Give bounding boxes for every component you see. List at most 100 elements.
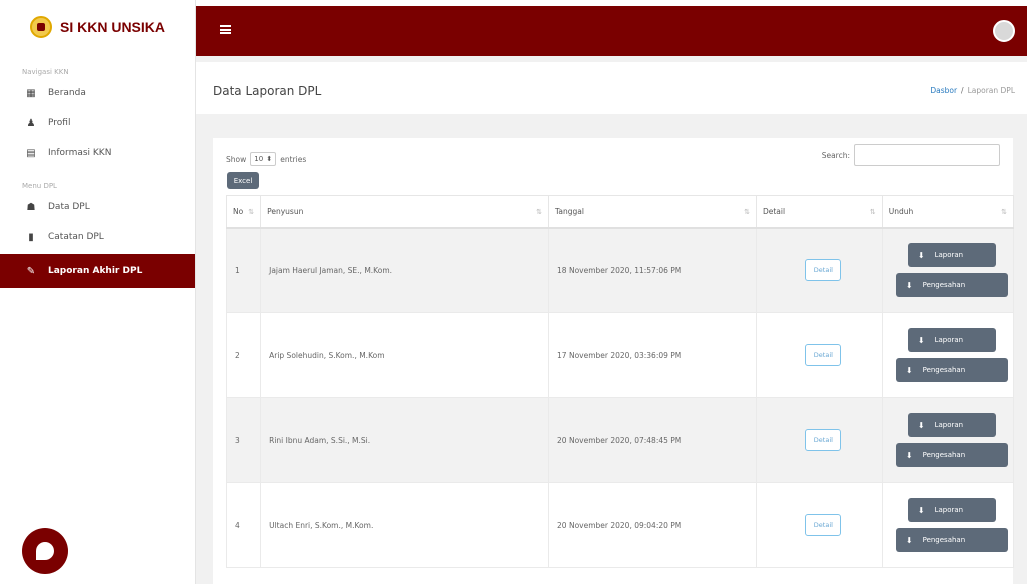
sidebar-item-label: Informasi KKN	[48, 148, 112, 158]
sidebar-item-label: Beranda	[48, 88, 86, 98]
excel-export-button[interactable]: Excel	[227, 172, 259, 189]
sidebar-item-informasi-kkn[interactable]: ▤ Informasi KKN	[0, 138, 195, 168]
cell-detail: Detail	[755, 312, 883, 398]
table-row: 3 Rini Ibnu Adam, S.Si., M.Si. 20 Novemb…	[225, 397, 1015, 483]
cell-tanggal: 17 November 2020, 03:36:09 PM	[548, 312, 757, 398]
breadcrumb-current: Laporan DPL	[967, 86, 1015, 95]
page-header: Data Laporan DPL Dasbor / Laporan DPL	[196, 62, 1027, 114]
nav-section-label: Menu DPL	[22, 182, 57, 190]
cell-no: 2	[225, 312, 262, 398]
detail-button[interactable]: Detail	[805, 514, 842, 536]
sidebar-item-catatan-dpl[interactable]: ▮ Catatan DPL	[0, 222, 195, 252]
breadcrumb-dasbor-link[interactable]: Dasbor	[930, 86, 957, 95]
download-icon: ⬇	[917, 420, 925, 430]
sidebar-item-profil[interactable]: ♟ Profil	[0, 108, 195, 138]
brand[interactable]: SI KKN UNSIKA	[0, 0, 195, 54]
download-pengesahan-button[interactable]: ⬇ Pengesahan	[895, 273, 1008, 298]
cell-unduh: ⬇ Laporan ⬇ Pengesahan	[881, 227, 1015, 313]
breadcrumb: Dasbor / Laporan DPL	[930, 86, 1015, 95]
sidebar-item-label: Catatan DPL	[48, 232, 104, 242]
search-input[interactable]	[854, 144, 1000, 166]
download-pengesahan-button[interactable]: ⬇ Pengesahan	[895, 528, 1008, 552]
cell-tanggal: 18 November 2020, 11:57:06 PM	[548, 227, 757, 313]
sort-icon: ⇅	[1001, 208, 1007, 216]
cell-penyusun: Arip Solehudin, S.Kom., M.Kom	[260, 312, 550, 398]
download-laporan-button[interactable]: ⬇ Laporan	[907, 328, 996, 352]
download-icon: ⬇	[905, 280, 913, 290]
download-laporan-button[interactable]: ⬇ Laporan	[907, 498, 996, 522]
download-icon: ⬇	[905, 365, 913, 375]
column-header-no[interactable]: No ⇅	[225, 195, 262, 229]
select-arrows-icon: ⬍	[266, 155, 273, 163]
entries-label: entries	[280, 154, 307, 164]
cell-unduh: ⬇ Laporan ⬇ Pengesahan	[881, 482, 1015, 568]
sidebar-item-laporan-akhir-dpl[interactable]: ✎ Laporan Akhir DPL	[0, 254, 195, 288]
cell-tanggal: 20 November 2020, 07:48:45 PM	[548, 397, 757, 483]
download-icon: ⬇	[905, 535, 913, 545]
user-avatar[interactable]	[993, 20, 1015, 42]
sidebar-item-label: Profil	[48, 118, 71, 128]
download-pengesahan-button[interactable]: ⬇ Pengesahan	[895, 443, 1008, 467]
file-icon: ▮	[28, 231, 34, 243]
download-pengesahan-label: Pengesahan	[922, 536, 966, 544]
column-header-tanggal[interactable]: Tanggal ⇅	[548, 195, 757, 229]
cell-detail: Detail	[755, 482, 883, 568]
sidebar-item-label: Laporan Akhir DPL	[48, 266, 143, 276]
download-laporan-label: Laporan	[934, 251, 964, 260]
download-pengesahan-button[interactable]: ⬇ Pengesahan	[895, 358, 1008, 382]
download-pengesahan-label: Pengesahan	[922, 366, 966, 374]
download-buttons: ⬇ Laporan ⬇ Pengesahan	[891, 243, 1013, 298]
top-navbar	[196, 6, 1027, 56]
download-pengesahan-label: Pengesahan	[922, 451, 966, 459]
download-laporan-label: Laporan	[934, 506, 964, 514]
menu-toggle-icon[interactable]	[220, 25, 231, 34]
detail-button[interactable]: Detail	[805, 259, 842, 282]
table-row: 2 Arip Solehudin, S.Kom., M.Kom 17 Novem…	[225, 312, 1015, 398]
calendar-icon: ▤	[26, 147, 36, 159]
column-header-label: Unduh	[888, 206, 914, 216]
column-header-detail[interactable]: Detail ⇅	[755, 195, 883, 229]
sort-asc-icon: ⇅	[248, 208, 255, 216]
table-header-row: No ⇅ Penyusun ⇅ Tanggal ⇅ Detail ⇅ Unduh ⇅	[225, 195, 1015, 229]
nav-section-label: Navigasi KKN	[22, 68, 69, 76]
download-laporan-label: Laporan	[934, 421, 964, 429]
users-icon: ☗	[26, 201, 36, 213]
entries-select[interactable]: 10 ⬍	[250, 152, 277, 166]
cell-detail: Detail	[755, 397, 883, 483]
main-content: Data Laporan DPL Dasbor / Laporan DPL Show…	[196, 56, 1027, 584]
detail-button[interactable]: Detail	[805, 429, 842, 451]
sort-icon: ⇅	[536, 208, 543, 216]
cell-no: 3	[225, 397, 262, 483]
cell-penyusun: Ultach Enri, S.Kom., M.Kom.	[260, 482, 550, 568]
download-buttons: ⬇ Laporan ⬇ Pengesahan	[891, 413, 1013, 467]
breadcrumb-separator: /	[961, 86, 964, 95]
table-row: 1 Jajam Haerul Jaman, SE., M.Kom. 18 Nov…	[225, 227, 1015, 313]
chat-button[interactable]	[22, 528, 68, 574]
chat-icon	[36, 542, 54, 560]
download-buttons: ⬇ Laporan ⬇ Pengesahan	[891, 498, 1013, 552]
sidebar-item-beranda[interactable]: ▦ Beranda	[0, 78, 195, 108]
page-title: Data Laporan DPL	[213, 84, 322, 98]
cell-penyusun: Jajam Haerul Jaman, SE., M.Kom.	[260, 227, 550, 313]
sidebar-item-data-dpl[interactable]: ☗ Data DPL	[0, 192, 195, 222]
entries-length-control: Show 10 ⬍ entries	[226, 152, 306, 166]
column-header-label: Detail	[762, 206, 786, 216]
download-pengesahan-label: Pengesahan	[922, 281, 966, 290]
download-icon: ⬇	[917, 250, 925, 260]
cell-no: 4	[225, 482, 262, 568]
column-header-label: Penyusun	[267, 206, 304, 216]
column-header-unduh[interactable]: Unduh ⇅	[881, 195, 1015, 229]
show-label: Show	[226, 154, 247, 164]
download-icon: ⬇	[917, 505, 925, 515]
table-card: Show 10 ⬍ entries Search: Excel No ⇅ Peny…	[213, 138, 1015, 584]
cell-no: 1	[225, 227, 262, 313]
column-header-penyusun[interactable]: Penyusun ⇅	[260, 195, 550, 229]
column-header-label: Tanggal	[555, 206, 584, 216]
edit-icon: ✎	[26, 265, 36, 277]
cell-unduh: ⬇ Laporan ⬇ Pengesahan	[881, 397, 1015, 483]
detail-button[interactable]: Detail	[805, 344, 842, 366]
download-laporan-button[interactable]: ⬇ Laporan	[907, 243, 996, 268]
dashboard-icon: ▦	[26, 87, 36, 99]
download-icon: ⬇	[905, 450, 913, 460]
download-laporan-button[interactable]: ⬇ Laporan	[907, 413, 996, 437]
